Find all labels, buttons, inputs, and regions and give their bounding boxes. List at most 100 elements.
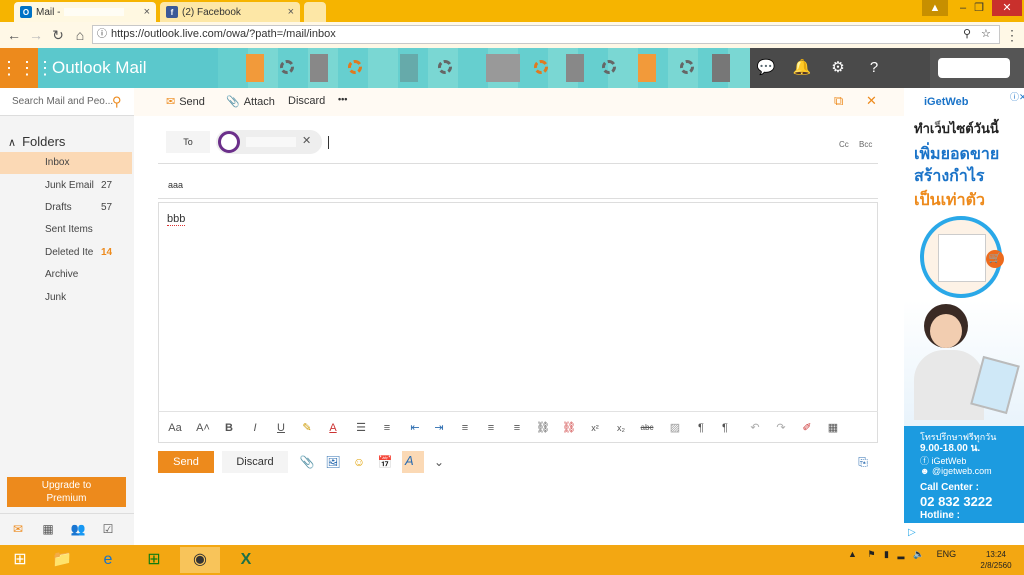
font-icon[interactable]: Aa	[166, 420, 184, 436]
font-color-icon[interactable]: A	[324, 420, 342, 436]
network-icon[interactable]: ▂	[898, 549, 905, 559]
strikethrough-icon[interactable]: abc	[638, 420, 656, 436]
folder-drafts[interactable]: Drafts 57	[0, 197, 132, 219]
folder-inbox[interactable]: Inbox	[0, 152, 132, 174]
file-explorer-icon[interactable]: 📁	[42, 547, 82, 573]
redo-icon[interactable]: ↷	[772, 420, 790, 436]
folder-sent-items[interactable]: Sent Items	[0, 219, 132, 241]
flag-icon[interactable]: ⚑	[867, 549, 875, 559]
bcc-link[interactable]: Bcc	[859, 140, 872, 149]
discard-command[interactable]: Discard	[288, 95, 325, 107]
reload-icon[interactable]: ↻	[50, 27, 66, 43]
to-input-cursor[interactable]	[328, 136, 329, 149]
align-center-icon[interactable]: ≡	[482, 420, 500, 436]
search-icon[interactable]: ⚲	[112, 94, 122, 110]
internet-explorer-icon[interactable]: e	[88, 547, 128, 573]
folder-junk-email[interactable]: Junk Email 27	[0, 175, 132, 197]
bold-icon[interactable]: B	[220, 420, 238, 436]
send-command[interactable]: ✉ Send	[166, 95, 205, 108]
menu-icon[interactable]: ⋮	[1004, 27, 1020, 43]
chrome-icon[interactable]: ◉	[180, 547, 220, 573]
chevron-up-icon[interactable]: ▲	[848, 549, 857, 559]
subject-input[interactable]: aaa	[168, 180, 183, 190]
window-close-icon[interactable]: ✕	[992, 0, 1022, 16]
paperclip-icon[interactable]: 📎	[298, 455, 316, 471]
volume-icon[interactable]: 🔈	[913, 549, 924, 559]
clear-formatting-icon[interactable]: ✐	[798, 420, 816, 436]
battery-icon[interactable]: ▮	[884, 549, 889, 559]
discard-button[interactable]: Discard	[222, 451, 288, 473]
mail-icon[interactable]: ✉	[10, 522, 26, 538]
table-icon[interactable]: ▦	[824, 420, 842, 436]
increase-indent-icon[interactable]: ⇥	[430, 420, 448, 436]
highlight-icon[interactable]: ✎	[298, 420, 316, 436]
decrease-indent-icon[interactable]: ⇤	[406, 420, 424, 436]
emoji-icon[interactable]: ☺	[350, 455, 368, 471]
excel-icon[interactable]: X	[226, 547, 266, 573]
people-icon[interactable]: 👥	[70, 522, 86, 538]
unlink-icon[interactable]: ⛓	[560, 420, 578, 436]
adchoices-icon[interactable]: ⓘ✕	[1010, 90, 1024, 103]
ltr-icon[interactable]: ¶	[692, 420, 710, 436]
italic-icon[interactable]: I	[246, 420, 264, 436]
remove-recipient-icon[interactable]: ✕	[302, 134, 311, 147]
numbering-icon[interactable]: ≡	[378, 420, 396, 436]
calendar-icon[interactable]: ▦	[40, 522, 56, 538]
user-account[interactable]	[930, 48, 1024, 88]
folders-header[interactable]: ∧ Folders	[8, 134, 65, 149]
user-icon[interactable]: ▲	[922, 0, 948, 16]
url-input[interactable]: ⓘ https://outlook.live.com/owa/?path=/ma…	[92, 25, 1000, 44]
rtl-icon[interactable]: ¶	[716, 420, 734, 436]
align-right-icon[interactable]: ≡	[508, 420, 526, 436]
forward-icon[interactable]: →	[28, 27, 44, 43]
cc-link[interactable]: Cc	[839, 140, 849, 149]
superscript-icon[interactable]: x²	[586, 420, 604, 436]
restore-icon[interactable]: ❐	[966, 0, 992, 16]
insert-image-icon[interactable]: 🖼	[324, 455, 342, 471]
subscript-icon[interactable]: x₂	[612, 420, 630, 436]
language-indicator[interactable]: ENG	[937, 549, 957, 559]
pin-icon[interactable]: ⚲	[963, 26, 971, 43]
tasks-icon[interactable]: ☑	[100, 522, 116, 538]
folder-deleted-items[interactable]: Deleted Ite 14	[0, 242, 132, 264]
more-options-icon[interactable]: •••	[338, 94, 347, 104]
help-icon[interactable]: ?	[862, 56, 886, 80]
new-tab-button[interactable]	[304, 2, 326, 22]
app-launcher-icon[interactable]: ⋮⋮⋮	[0, 48, 54, 88]
back-icon[interactable]: ←	[6, 27, 22, 43]
folder-junk[interactable]: Junk	[0, 287, 132, 309]
close-icon[interactable]: ×	[288, 6, 294, 18]
app-title[interactable]: Outlook Mail	[52, 58, 146, 78]
calendar-icon[interactable]: 📅	[376, 455, 394, 471]
attach-command[interactable]: 📎 Attach	[226, 95, 275, 108]
tab-mail[interactable]: O Mail - ×	[14, 2, 156, 22]
undo-icon[interactable]: ↶	[746, 420, 764, 436]
close-icon[interactable]: ✕	[866, 93, 877, 109]
insert-picture-icon[interactable]: ▨	[666, 420, 684, 436]
font-size-icon[interactable]: A˄	[194, 420, 212, 436]
gear-icon[interactable]: ⚙	[826, 56, 850, 80]
bell-icon[interactable]: 🔔	[790, 56, 814, 80]
formatting-toggle[interactable]: A	[402, 451, 424, 473]
play-icon[interactable]: ▷	[908, 527, 916, 538]
upgrade-button[interactable]: Upgrade to Premium	[7, 477, 126, 507]
to-button[interactable]: To	[166, 131, 210, 153]
popout-icon[interactable]: ⧉	[834, 93, 843, 109]
close-icon[interactable]: ×	[144, 6, 150, 18]
send-button[interactable]: Send	[158, 451, 214, 473]
folder-archive[interactable]: Archive	[0, 264, 132, 286]
advertisement[interactable]: ⓘ✕ iGetWeb ทำเว็บไซต์วันนี้ เพิ่มยอดขาย …	[904, 88, 1024, 545]
clock[interactable]: 13:24 2/8/2560	[976, 549, 1016, 571]
star-icon[interactable]: ☆	[981, 26, 991, 43]
home-icon[interactable]: ⌂	[72, 27, 88, 43]
recipient-chip[interactable]: ✕	[216, 130, 322, 154]
message-body-editor[interactable]: bbb	[158, 202, 878, 443]
windows-start-icon[interactable]: ⊞	[0, 547, 40, 573]
link-icon[interactable]: ⛓	[534, 420, 552, 436]
align-left-icon[interactable]: ≡	[456, 420, 474, 436]
draft-icon[interactable]: ⎘	[854, 455, 872, 471]
tab-facebook[interactable]: f (2) Facebook ×	[160, 2, 300, 22]
chat-icon[interactable]: 💬	[754, 56, 778, 80]
chevron-down-icon[interactable]: ⌄	[430, 455, 448, 471]
bullets-icon[interactable]: ☰	[352, 420, 370, 436]
